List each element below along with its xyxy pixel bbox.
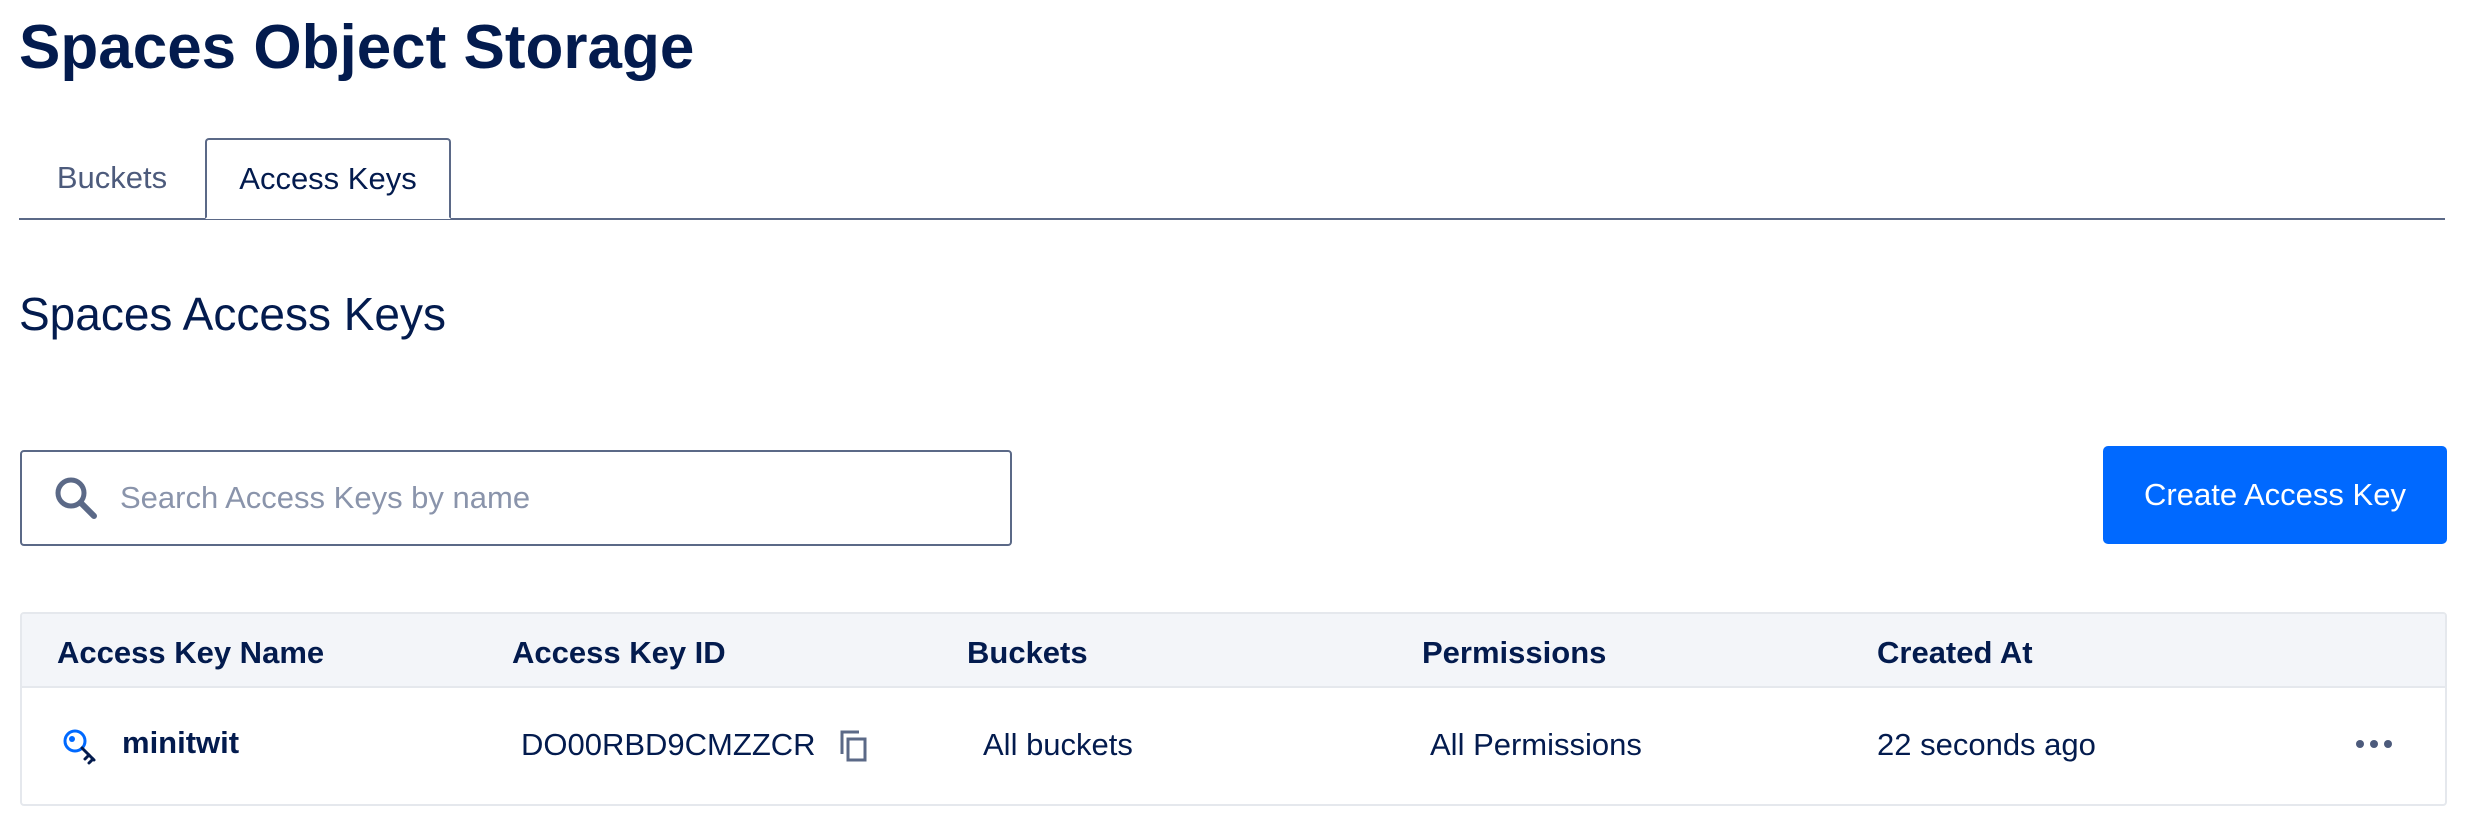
- tab-access-keys[interactable]: Access Keys: [205, 138, 451, 219]
- page-title: Spaces Object Storage: [19, 13, 695, 82]
- search-input[interactable]: [120, 452, 980, 544]
- column-header-created-at: Created At: [1877, 635, 2033, 670]
- copy-icon[interactable]: [837, 728, 869, 764]
- create-access-key-button[interactable]: Create Access Key: [2103, 446, 2447, 544]
- table-header: Access Key Name Access Key ID Buckets Pe…: [22, 614, 2445, 688]
- access-key-buckets: All buckets: [983, 727, 1133, 762]
- column-header-name: Access Key Name: [57, 635, 325, 670]
- column-header-permissions: Permissions: [1422, 635, 1607, 670]
- tab-buckets[interactable]: Buckets: [19, 138, 205, 218]
- access-key-id: DO00RBD9CMZZCR: [521, 727, 816, 762]
- column-header-buckets: Buckets: [967, 635, 1088, 670]
- access-key-name: minitwit: [122, 725, 240, 760]
- section-title: Spaces Access Keys: [19, 288, 446, 340]
- access-keys-table: Access Key Name Access Key ID Buckets Pe…: [20, 612, 2447, 806]
- access-key-permissions: All Permissions: [1430, 727, 1642, 762]
- column-header-key-id: Access Key ID: [512, 635, 726, 670]
- page: Spaces Object Storage Buckets Access Key…: [0, 0, 2466, 840]
- tab-bar: Buckets Access Keys: [19, 138, 2445, 220]
- more-options-icon[interactable]: [2352, 732, 2396, 756]
- table-row[interactable]: minitwit DO00RBD9CMZZCR All buckets All …: [22, 688, 2445, 804]
- search-icon: [55, 477, 97, 519]
- key-icon: [63, 729, 96, 765]
- search-box: [20, 450, 1012, 546]
- access-key-created-at: 22 seconds ago: [1877, 727, 2096, 762]
